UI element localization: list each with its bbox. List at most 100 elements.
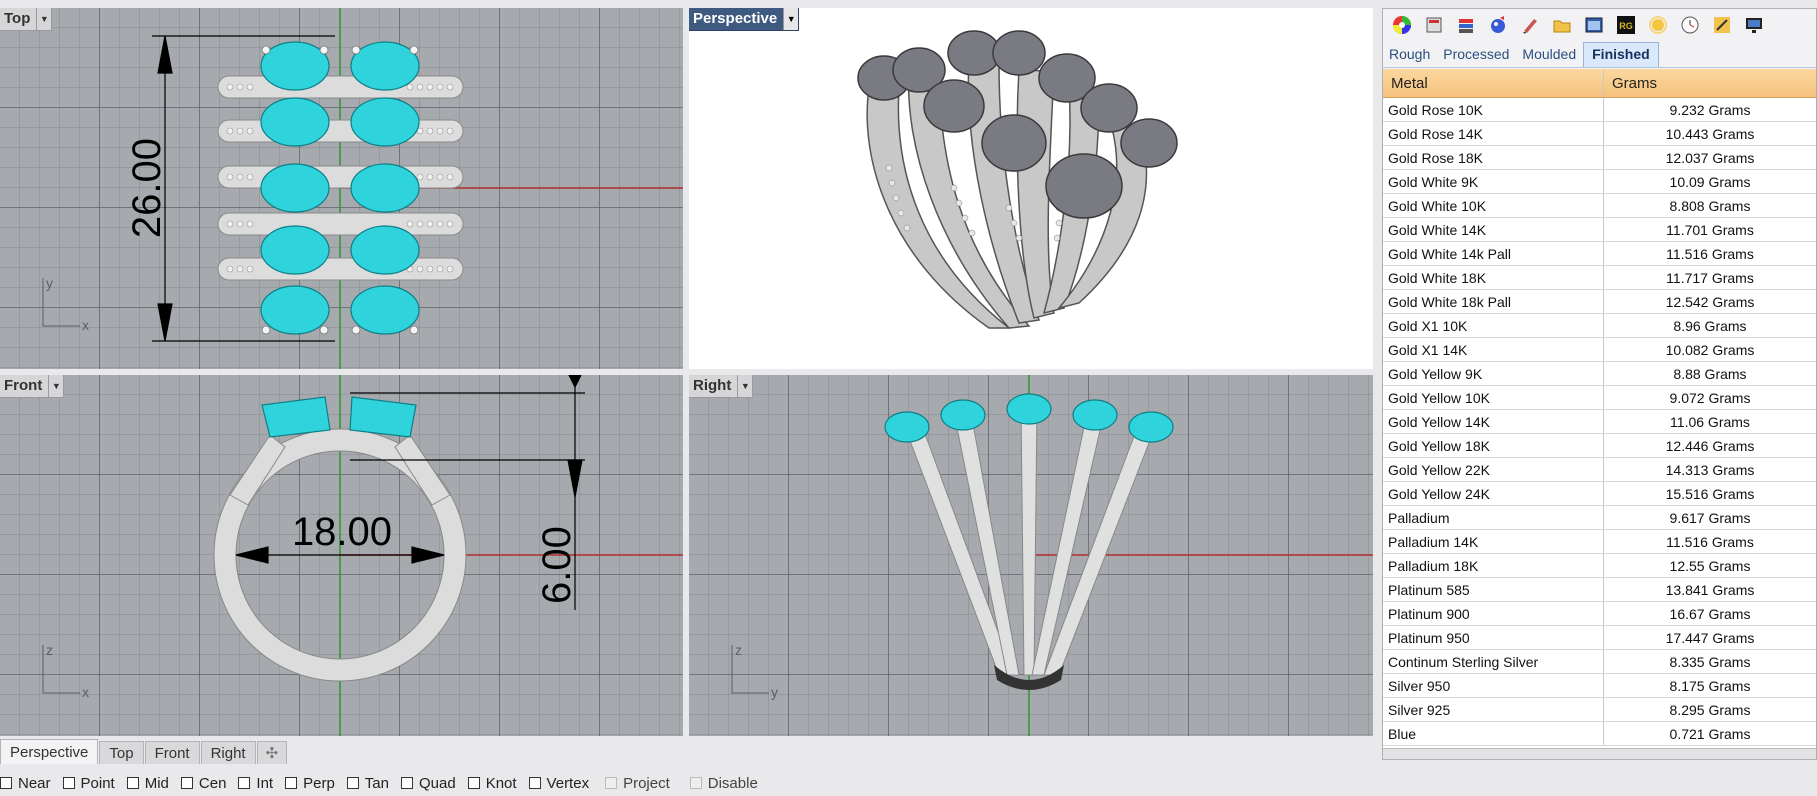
grams-cell: 15.516 Grams <box>1665 485 1755 502</box>
tab-rough[interactable]: Rough <box>1383 46 1437 67</box>
table-row[interactable]: Gold Yellow 18K 12.446 Grams <box>1383 434 1816 458</box>
table-row[interactable]: Gold White 18k Pall 12.542 Grams <box>1383 290 1816 314</box>
metal-name-cell: Gold Rose 10K <box>1383 98 1604 121</box>
tab-perspective[interactable]: Perspective <box>0 739 99 764</box>
tab-top[interactable]: Top <box>99 741 144 764</box>
viewport-perspective[interactable]: Perspective ▼ <box>689 8 1373 369</box>
checkbox[interactable] <box>605 777 618 789</box>
monitor-icon[interactable] <box>1741 12 1767 38</box>
table-row[interactable]: Gold X1 10K 8.96 Grams <box>1383 314 1816 338</box>
rg-plugin-icon[interactable]: RG <box>1613 12 1639 38</box>
viewport-label-perspective[interactable]: Perspective ▼ <box>689 8 800 31</box>
metal-name-cell: Platinum 585 <box>1383 578 1604 601</box>
checkbox[interactable] <box>346 777 359 789</box>
metal-weight-table: Metal Grams Gold Rose 10K 9.232 Grams Gold… <box>1383 69 1816 759</box>
material-ball-icon[interactable] <box>1485 12 1511 38</box>
checkbox[interactable] <box>528 777 541 789</box>
osnap-tan[interactable]: Tan <box>346 775 389 792</box>
metal-name-cell: Gold Yellow 18K <box>1383 434 1604 457</box>
osnap-vertex[interactable]: Vertex <box>528 775 589 792</box>
grams-cell: 8.88 Grams <box>1673 365 1747 382</box>
table-row[interactable]: Palladium 14K 11.516 Grams <box>1383 530 1816 554</box>
perspective-scene <box>857 30 1178 329</box>
table-row[interactable]: Gold Yellow 24K 15.516 Grams <box>1383 482 1816 506</box>
table-row[interactable]: Palladium 18K 12.55 Grams <box>1383 554 1816 578</box>
brush-icon[interactable] <box>1517 12 1543 38</box>
table-row[interactable]: Platinum 900 16.67 Grams <box>1383 602 1816 626</box>
table-row[interactable]: Palladium 9.617 Grams <box>1383 506 1816 530</box>
osnap-int[interactable]: Int <box>238 775 273 792</box>
osnap-point[interactable]: Point <box>62 775 115 792</box>
table-row[interactable]: Blue 0.721 Grams <box>1383 722 1816 746</box>
add-tab-icon[interactable]: ✣ <box>256 741 288 764</box>
color-wheel-icon[interactable] <box>1389 12 1415 38</box>
table-row[interactable]: Silver 950 8.175 Grams <box>1383 674 1816 698</box>
checkbox[interactable] <box>0 777 12 789</box>
checkbox[interactable] <box>285 777 298 789</box>
horizontal-scrollbar[interactable] <box>1383 748 1816 759</box>
table-row[interactable]: Platinum 585 13.841 Grams <box>1383 578 1816 602</box>
table-row[interactable]: Silver 925 8.295 Grams <box>1383 698 1816 722</box>
chevron-down-icon[interactable]: ▼ <box>48 375 63 397</box>
tab-right[interactable]: Right <box>200 741 256 764</box>
grams-cell: 17.447 Grams <box>1665 629 1755 646</box>
column-header-grams[interactable]: Grams <box>1604 69 1816 97</box>
viewport-label-front[interactable]: Front ▼ <box>0 375 65 398</box>
grams-cell: 8.175 Grams <box>1669 677 1751 694</box>
table-row[interactable]: Gold White 14K 11.701 Grams <box>1383 218 1816 242</box>
checkbox[interactable] <box>467 777 480 789</box>
table-row[interactable]: Gold Yellow 10K 9.072 Grams <box>1383 386 1816 410</box>
osnap-near[interactable]: Near <box>0 775 51 792</box>
metal-name-cell: Gold White 18k Pall <box>1383 290 1604 313</box>
layers-icon[interactable] <box>1453 12 1479 38</box>
panel-tabs: Rough Processed Moulded Finished <box>1383 41 1816 68</box>
folder-icon[interactable] <box>1549 12 1575 38</box>
viewport-top[interactable]: Top ▼ 26.00 y x <box>0 8 683 369</box>
checkbox[interactable] <box>689 777 702 789</box>
top-view-scene: 26.00 y x <box>42 8 683 369</box>
checkbox[interactable] <box>180 777 193 789</box>
checkbox[interactable] <box>62 777 75 789</box>
table-row[interactable]: Gold Rose 18K 12.037 Grams <box>1383 146 1816 170</box>
table-row[interactable]: Gold White 18K 11.717 Grams <box>1383 266 1816 290</box>
tab-processed[interactable]: Processed <box>1437 46 1516 67</box>
tab-moulded[interactable]: Moulded <box>1516 46 1583 67</box>
table-row[interactable]: Gold Rose 14K 10.443 Grams <box>1383 122 1816 146</box>
table-row[interactable]: Platinum 950 17.447 Grams <box>1383 626 1816 650</box>
osnap-mid[interactable]: Mid <box>126 775 169 792</box>
table-row[interactable]: Gold Yellow 14K 11.06 Grams <box>1383 410 1816 434</box>
osnap-cen[interactable]: Cen <box>180 775 226 792</box>
viewport-right[interactable]: Right ▼ z y <box>689 375 1373 736</box>
table-row[interactable]: Gold Rose 10K 9.232 Grams <box>1383 98 1816 122</box>
table-row[interactable]: Gold White 14k Pall 11.516 Grams <box>1383 242 1816 266</box>
osnap-quad[interactable]: Quad <box>400 775 456 792</box>
tools-icon[interactable] <box>1709 12 1735 38</box>
table-row[interactable]: Gold X1 14K 10.082 Grams <box>1383 338 1816 362</box>
sun-icon[interactable] <box>1645 12 1671 38</box>
clock-icon[interactable] <box>1677 12 1703 38</box>
metal-name-cell: Gold Yellow 14K <box>1383 410 1604 433</box>
tab-front[interactable]: Front <box>144 741 200 764</box>
osnap-disable[interactable]: Disable <box>689 775 758 792</box>
checkbox[interactable] <box>400 777 413 789</box>
display-icon[interactable] <box>1421 12 1447 38</box>
osnap-knot[interactable]: Knot <box>467 775 517 792</box>
table-row[interactable]: Gold White 10K 8.808 Grams <box>1383 194 1816 218</box>
viewport-label-top[interactable]: Top ▼ <box>0 8 53 31</box>
table-row[interactable]: Gold White 9K 10.09 Grams <box>1383 170 1816 194</box>
render-window-icon[interactable] <box>1581 12 1607 38</box>
table-row[interactable]: Gold Yellow 9K 8.88 Grams <box>1383 362 1816 386</box>
viewport-front[interactable]: Front ▼ 18.00 6.00 z x <box>0 375 683 736</box>
viewport-label-right[interactable]: Right ▼ <box>689 375 754 398</box>
column-header-metal[interactable]: Metal <box>1383 69 1604 97</box>
checkbox[interactable] <box>238 777 251 789</box>
osnap-project[interactable]: Project <box>605 775 670 792</box>
table-row[interactable]: Gold Yellow 22K 14.313 Grams <box>1383 458 1816 482</box>
tab-finished[interactable]: Finished <box>1583 42 1659 67</box>
chevron-down-icon[interactable]: ▼ <box>36 8 51 30</box>
osnap-perp[interactable]: Perp <box>285 775 335 792</box>
checkbox[interactable] <box>126 777 139 789</box>
chevron-down-icon[interactable]: ▼ <box>783 8 799 30</box>
chevron-down-icon[interactable]: ▼ <box>737 375 752 397</box>
table-row[interactable]: Continum Sterling Silver 8.335 Grams <box>1383 650 1816 674</box>
